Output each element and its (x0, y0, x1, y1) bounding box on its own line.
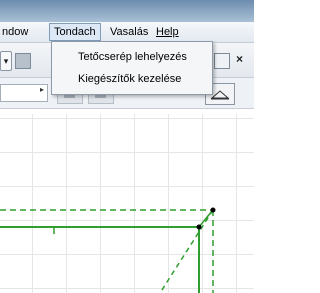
app-window: ndow Tondach Vasalás Help ▾ × ▸ Tetőcser… (0, 0, 254, 293)
window-frame (0, 0, 254, 22)
menu-bar: ndow Tondach Vasalás Help (0, 22, 254, 43)
menu-tondach[interactable]: Tondach (49, 23, 101, 41)
vertex-inner[interactable] (196, 224, 202, 230)
corner-connector (198, 210, 213, 228)
menu-vasalas[interactable]: Vasalás (106, 24, 152, 40)
table-icon[interactable] (214, 53, 230, 69)
menu-item-tetocserep-lehelyezes[interactable]: Tetőcserép lehelyezés (78, 48, 187, 66)
dashed-hip-line (159, 209, 214, 293)
layer-icon[interactable] (15, 53, 31, 69)
menu-window[interactable]: ndow (0, 24, 32, 40)
menu-help-label: Help (156, 26, 179, 38)
dropdown-toggle-button[interactable]: ▾ (0, 51, 12, 71)
drawing-canvas[interactable] (0, 114, 254, 293)
chevron-right-icon: ▸ (40, 85, 45, 94)
menu-item-kiegeszitok-kezelese[interactable]: Kiegészítők kezelése (78, 70, 181, 88)
tondach-dropdown-menu: Tetőcserép lehelyezés Kiegészítők kezelé… (51, 41, 213, 95)
close-icon[interactable]: × (236, 52, 243, 66)
drawing-layer (0, 207, 216, 293)
vertex-outer[interactable] (210, 207, 216, 213)
menu-help[interactable]: Help (152, 24, 183, 40)
chevron-down-icon: ▾ (3, 56, 9, 66)
